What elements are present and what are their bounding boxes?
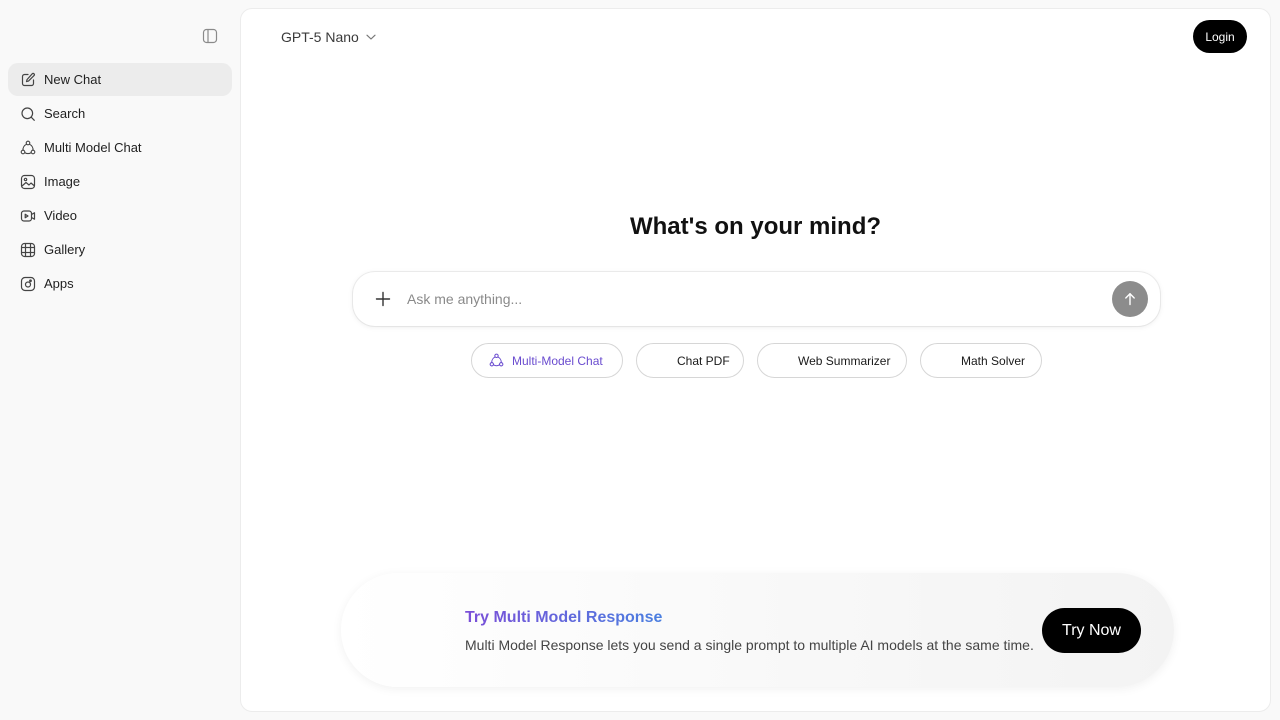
- chip-multi-model-chat[interactable]: Multi-Model Chat: [471, 343, 623, 378]
- chip-label: Web Summarizer: [798, 353, 891, 368]
- edit-icon: [20, 72, 36, 88]
- quick-actions: Multi-Model Chat Chat PDF Web Summarizer…: [241, 343, 1270, 378]
- chat-input[interactable]: [407, 287, 1097, 311]
- multi-model-icon: [488, 353, 504, 369]
- chevron-down-icon: [366, 34, 376, 40]
- sidebar-toggle-icon[interactable]: [200, 27, 220, 45]
- sidebar-item-apps[interactable]: Apps: [8, 267, 232, 300]
- arrow-up-icon: [1125, 293, 1135, 306]
- promo-title: Try Multi Model Response: [465, 609, 663, 626]
- sidebar-item-label: Image: [44, 174, 81, 189]
- main-panel: GPT-5 Nano Login What's on your mind? As…: [240, 8, 1271, 712]
- sidebar-item-label: Apps: [44, 276, 74, 291]
- video-icon: [20, 208, 36, 224]
- send-button[interactable]: [1112, 281, 1148, 317]
- sidebar-item-label: Search: [44, 106, 86, 121]
- promo-banner: Try Multi Model Response Multi Model Res…: [341, 573, 1174, 687]
- plus-icon[interactable]: [373, 289, 393, 309]
- login-button[interactable]: Login: [1193, 20, 1247, 53]
- model-selector[interactable]: GPT-5 Nano: [281, 27, 377, 47]
- page-title: What's on your mind?: [629, 213, 882, 240]
- chip-label: Math Solver: [961, 353, 1026, 368]
- multi-model-icon: [20, 140, 36, 156]
- chip-web-summarizer[interactable]: Web Summarizer: [757, 343, 907, 378]
- promo-description: Multi Model Response lets you send a sin…: [465, 637, 1034, 653]
- chip-label: Chat PDF: [677, 353, 730, 368]
- model-name: GPT-5 Nano: [281, 29, 359, 45]
- image-icon: [20, 174, 36, 190]
- sidebar-item-label: Video: [44, 208, 78, 223]
- chat-composer: [353, 272, 1160, 326]
- sidebar-item-video[interactable]: Video: [8, 199, 232, 232]
- sidebar-item-new-chat[interactable]: New Chat: [8, 63, 232, 96]
- search-icon: [20, 106, 36, 122]
- sidebar-item-gallery[interactable]: Gallery: [8, 233, 232, 266]
- chip-label: Multi-Model Chat: [512, 353, 603, 368]
- gallery-icon: [20, 242, 36, 258]
- chip-chat-pdf[interactable]: Chat PDF: [636, 343, 744, 378]
- try-now-button[interactable]: Try Now: [1042, 608, 1141, 653]
- sidebar-item-multi-model-chat[interactable]: Multi Model Chat: [8, 131, 232, 164]
- sidebar-item-search[interactable]: Search: [8, 97, 232, 130]
- sidebar-item-label: Gallery: [44, 242, 86, 257]
- chip-math-solver[interactable]: Math Solver: [920, 343, 1042, 378]
- apps-icon: [20, 276, 36, 292]
- sidebar-item-image[interactable]: Image: [8, 165, 232, 198]
- sidebar-item-label: New Chat: [44, 72, 102, 87]
- sidebar: New Chat Search Multi Model Chat Image V…: [0, 0, 240, 720]
- sidebar-item-label: Multi Model Chat: [44, 140, 142, 155]
- sidebar-nav: New Chat Search Multi Model Chat Image V…: [8, 63, 232, 301]
